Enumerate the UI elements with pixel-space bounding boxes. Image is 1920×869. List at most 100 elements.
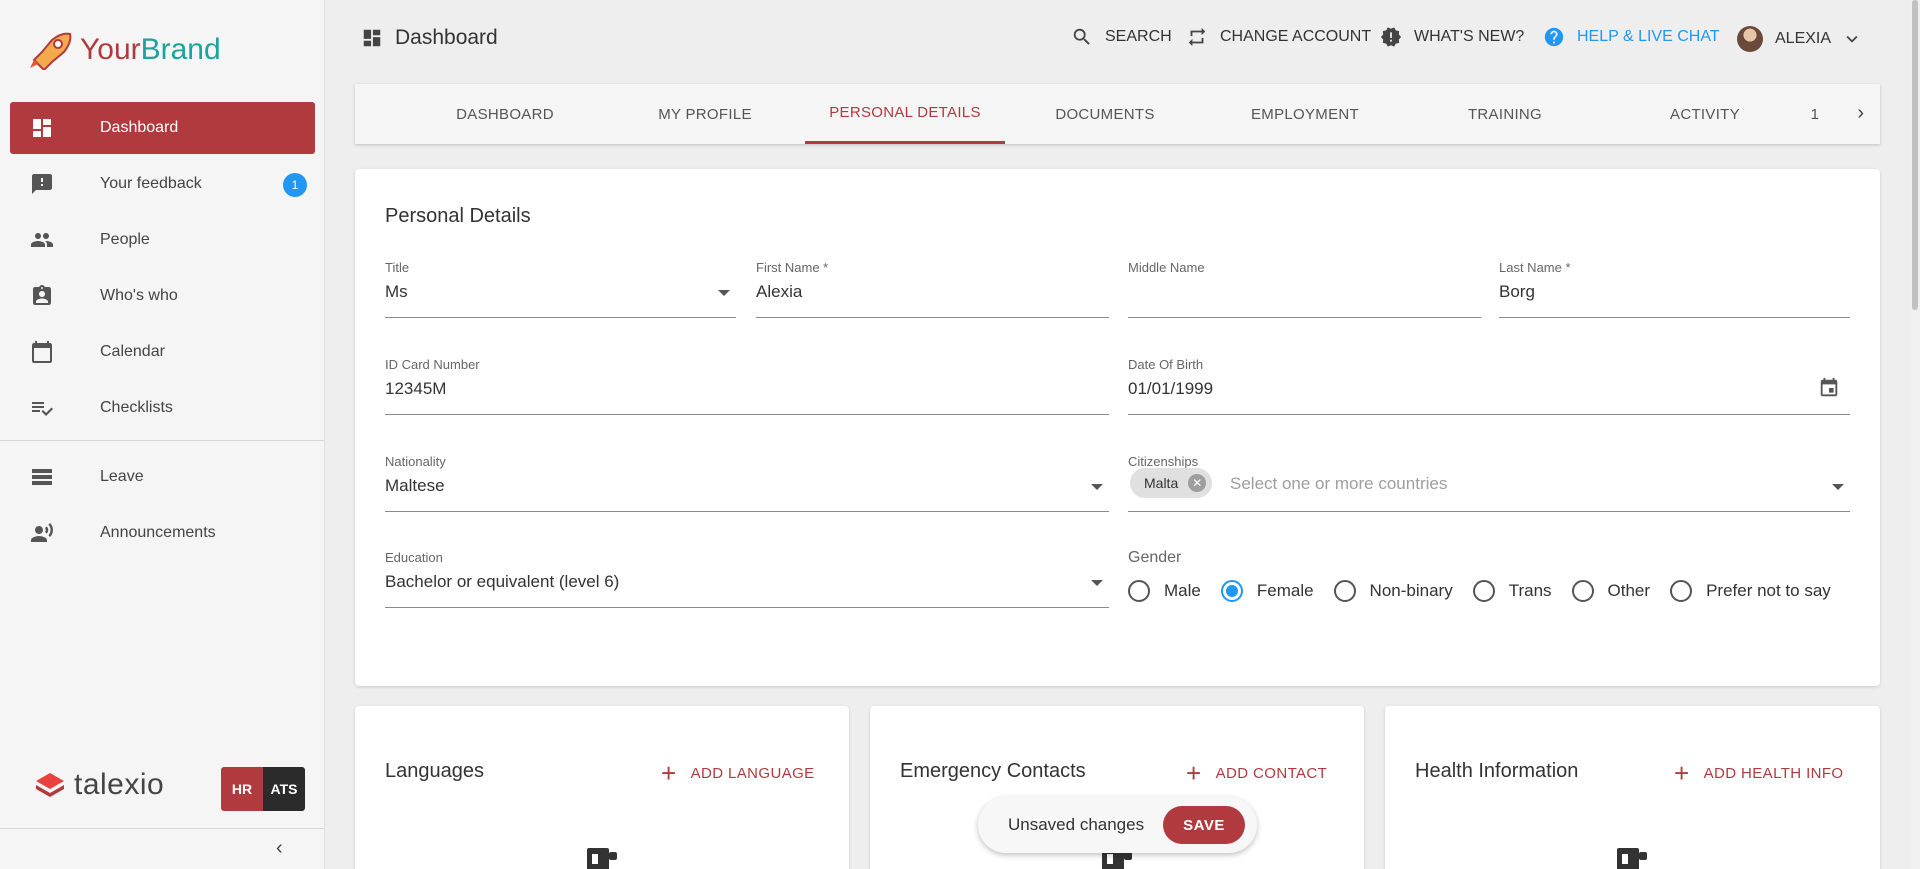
tab-employment[interactable]: EMPLOYMENT bbox=[1205, 84, 1405, 144]
tab-my-profile[interactable]: MY PROFILE bbox=[605, 84, 805, 144]
calendar-icon bbox=[30, 340, 54, 364]
radio-unchecked-icon bbox=[1571, 580, 1594, 602]
sidebar-item-calendar[interactable]: Calendar bbox=[0, 326, 325, 378]
sidebar-item-label: Who's who bbox=[100, 287, 178, 304]
nationality-select[interactable]: Nationality Maltese bbox=[385, 454, 1109, 512]
help-label: HELP & LIVE CHAT bbox=[1577, 28, 1720, 45]
save-button[interactable]: SAVE bbox=[1163, 806, 1245, 844]
citizenships-select[interactable]: Citizenships Malta ✕ Select one or more … bbox=[1128, 454, 1850, 512]
page-scrollbar[interactable] bbox=[1910, 0, 1920, 869]
page-title: Dashboard bbox=[361, 26, 498, 50]
radio-checked-icon bbox=[1220, 580, 1243, 602]
title-select[interactable]: Title Ms bbox=[385, 260, 736, 318]
checklist-icon bbox=[30, 396, 54, 420]
sidebar-item-feedback[interactable]: Your feedback 1 bbox=[0, 158, 325, 210]
last-name-field[interactable]: Last Name * Borg bbox=[1499, 260, 1850, 318]
id-card-label: ID Card Number bbox=[385, 357, 480, 372]
change-account-button[interactable]: CHANGE ACCOUNT bbox=[1186, 26, 1371, 48]
unsaved-changes-text: Unsaved changes bbox=[1008, 815, 1145, 834]
last-name-value: Borg bbox=[1499, 282, 1535, 301]
sidebar-nav: Dashboard Your feedback 1 People Who's w… bbox=[0, 102, 325, 563]
tab-personal-details[interactable]: PERSONAL DETAILS bbox=[805, 84, 1005, 144]
id-card-value: 12345M bbox=[385, 379, 447, 398]
whats-new-label: WHAT'S NEW? bbox=[1414, 28, 1525, 45]
contact-card-icon bbox=[30, 284, 54, 308]
empty-state-icon bbox=[1615, 844, 1649, 869]
date-of-birth-field[interactable]: Date Of Birth 01/01/1999 bbox=[1128, 357, 1850, 415]
gender-radio-trans[interactable]: Trans bbox=[1472, 580, 1552, 602]
profile-tabs: DASHBOARD MY PROFILE PERSONAL DETAILS DO… bbox=[355, 84, 1880, 144]
add-language-button[interactable]: + ADD LANGUAGE bbox=[661, 760, 815, 786]
add-contact-label: ADD CONTACT bbox=[1215, 764, 1328, 782]
citizenships-label: Citizenships bbox=[1128, 454, 1199, 469]
education-select[interactable]: Education Bachelor or equivalent (level … bbox=[385, 550, 1109, 608]
tab-training[interactable]: TRAINING bbox=[1405, 84, 1605, 144]
switch-ats-button[interactable]: ATS bbox=[263, 767, 305, 811]
new-release-icon bbox=[1380, 27, 1402, 47]
chevron-left-icon[interactable]: ‹ bbox=[276, 837, 283, 860]
dashboard-icon bbox=[363, 29, 381, 47]
sidebar-item-label: Leave bbox=[100, 468, 144, 485]
sidebar-item-label: Your feedback bbox=[100, 175, 202, 192]
sidebar-item-label: Dashboard bbox=[100, 119, 179, 136]
add-contact-button[interactable]: + ADD CONTACT bbox=[1186, 760, 1327, 786]
sidebar-item-people[interactable]: People bbox=[0, 214, 325, 266]
calendar-icon[interactable] bbox=[1818, 377, 1840, 404]
sidebar-item-label: Announcements bbox=[100, 524, 216, 541]
rocket-icon bbox=[30, 32, 72, 70]
search-button[interactable]: SEARCH bbox=[1071, 26, 1172, 48]
help-live-chat-button[interactable]: HELP & LIVE CHAT bbox=[1543, 26, 1720, 48]
nationality-label: Nationality bbox=[385, 454, 446, 469]
gender-radio-other[interactable]: Other bbox=[1571, 580, 1651, 602]
sidebar: Your Brand Dashboard Your feedback 1 Peop… bbox=[0, 0, 325, 869]
sidebar-item-whos-who[interactable]: Who's who bbox=[0, 270, 325, 322]
emergency-contacts-title: Emergency Contacts bbox=[900, 760, 1086, 782]
sidebar-item-checklists[interactable]: Checklists bbox=[0, 382, 325, 434]
personal-details-card: Personal Details Title Ms First Name * A… bbox=[355, 169, 1880, 686]
whats-new-button[interactable]: WHAT'S NEW? bbox=[1380, 26, 1524, 48]
change-account-label: CHANGE ACCOUNT bbox=[1220, 28, 1372, 45]
health-information-title: Health Information bbox=[1415, 760, 1579, 782]
tab-more[interactable]: 1 bbox=[1795, 84, 1835, 144]
radio-label: Other bbox=[1607, 581, 1651, 600]
languages-title: Languages bbox=[385, 760, 484, 782]
app-switcher: HR ATS bbox=[221, 767, 305, 811]
gender-radio-male[interactable]: Male bbox=[1128, 580, 1201, 602]
id-card-field[interactable]: ID Card Number 12345M bbox=[385, 357, 1109, 415]
brand-name-part2: Brand bbox=[140, 33, 221, 66]
middle-name-field[interactable]: Middle Name bbox=[1128, 260, 1481, 318]
first-name-field[interactable]: First Name * Alexia bbox=[756, 260, 1109, 318]
sidebar-item-dashboard[interactable]: Dashboard bbox=[10, 102, 315, 154]
brand-logo[interactable]: Your Brand bbox=[28, 30, 221, 70]
add-health-info-button[interactable]: + ADD HEALTH INFO bbox=[1674, 760, 1844, 786]
search-icon bbox=[1073, 28, 1090, 45]
radio-unchecked-icon bbox=[1128, 580, 1150, 602]
radio-unchecked-icon bbox=[1670, 580, 1693, 602]
title-label: Title bbox=[385, 260, 410, 275]
nationality-value: Maltese bbox=[385, 476, 445, 495]
education-value: Bachelor or equivalent (level 6) bbox=[385, 572, 620, 591]
tab-activity[interactable]: ACTIVITY bbox=[1605, 84, 1805, 144]
languages-card: Languages + ADD LANGUAGE bbox=[355, 706, 849, 869]
avatar bbox=[1737, 26, 1763, 52]
first-name-label: First Name * bbox=[756, 260, 829, 275]
sidebar-item-announcements[interactable]: Announcements bbox=[0, 507, 325, 559]
talexio-logo-text: talexio bbox=[74, 768, 165, 801]
switch-hr-button[interactable]: HR bbox=[221, 767, 263, 811]
sidebar-item-leave[interactable]: Leave bbox=[0, 451, 325, 503]
remove-chip-icon[interactable]: ✕ bbox=[1188, 474, 1207, 492]
talexio-logo: talexio bbox=[34, 768, 164, 802]
tab-documents[interactable]: DOCUMENTS bbox=[1005, 84, 1205, 144]
user-menu[interactable]: ALEXIA bbox=[1737, 26, 1863, 52]
add-health-info-label: ADD HEALTH INFO bbox=[1703, 764, 1844, 782]
chevron-right-icon[interactable]: › bbox=[1857, 102, 1864, 125]
gender-radio-female[interactable]: Female bbox=[1220, 580, 1314, 602]
tab-dashboard[interactable]: DASHBOARD bbox=[405, 84, 605, 144]
personal-details-title: Personal Details bbox=[385, 205, 531, 227]
scrollbar-thumb[interactable] bbox=[1912, 0, 1918, 310]
radio-label: Non-binary bbox=[1369, 581, 1453, 600]
sidebar-divider bbox=[0, 440, 325, 441]
gender-radio-prefer-not-to-say[interactable]: Prefer not to say bbox=[1670, 580, 1831, 602]
dropdown-arrow-icon bbox=[1091, 484, 1103, 490]
gender-radio-non-binary[interactable]: Non-binary bbox=[1333, 580, 1453, 602]
